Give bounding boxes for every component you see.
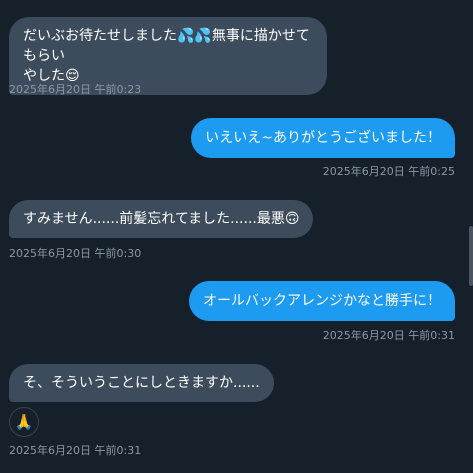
message-text: そ、そういうことにしときますか...... [23, 375, 260, 391]
message-bubble-received[interactable]: そ、そういうことにしときますか...... [9, 364, 274, 402]
message-text: すみません......前髪忘れてました......最悪🙃 [23, 211, 300, 227]
conversation-thread: だいぶお待たせしました💦💦無事に描かせてもらい やした😌 2025年6月20日 … [0, 0, 473, 473]
message-timestamp: 2025年6月20日 午前0:23 [9, 83, 142, 96]
message-timestamp: 2025年6月20日 午前0:25 [322, 165, 455, 178]
message-text-line: だいぶお待たせしました💦💦無事に描かせてもらい [23, 28, 310, 64]
message-text-line: やした😌 [23, 68, 80, 84]
message-bubble-sent[interactable]: オールバックアレンジかなと勝手に！ [189, 281, 455, 321]
message-text: いえいえ~ありがとうございました！ [205, 130, 441, 146]
message-timestamp: 2025年6月20日 午前0:31 [322, 329, 455, 342]
message-timestamp: 2025年6月20日 午前0:30 [9, 247, 142, 260]
message-timestamp: 2025年6月20日 午前0:31 [9, 444, 142, 457]
message-bubble-received[interactable]: すみません......前髪忘れてました......最悪🙃 [9, 200, 314, 238]
reaction-emoji: 🙏 [14, 413, 34, 431]
scrollbar-thumb[interactable] [469, 226, 473, 286]
scrollbar[interactable] [469, 0, 473, 473]
folded-hands-icon[interactable]: 🙏 [9, 407, 39, 437]
message-bubble-sent[interactable]: いえいえ~ありがとうございました！ [191, 118, 455, 158]
message-text: オールバックアレンジかなと勝手に！ [203, 293, 441, 309]
